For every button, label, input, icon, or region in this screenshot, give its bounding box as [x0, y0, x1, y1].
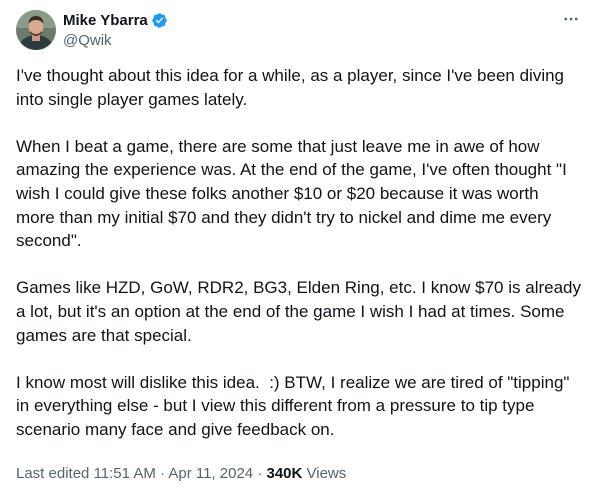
- more-options-button[interactable]: [560, 10, 582, 32]
- author-name[interactable]: Mike Ybarra: [63, 12, 148, 29]
- tweet-header: Mike Ybarra @Qwik: [16, 10, 582, 52]
- tweet-meta: Last edited 11:51 AM · Apr 11, 2024 · 34…: [16, 465, 346, 482]
- tweet-text: I've thought about this idea for a while…: [16, 64, 584, 442]
- name-row: Mike Ybarra: [63, 10, 168, 31]
- tweet-card: Mike Ybarra @Qwik I've thought about thi…: [0, 0, 596, 493]
- timestamp-date-link[interactable]: Apr 11, 2024: [168, 465, 253, 482]
- verified-badge-icon[interactable]: [151, 12, 168, 29]
- author-handle[interactable]: @Qwik: [63, 32, 168, 49]
- meta-separator: ·: [257, 465, 263, 482]
- avatar[interactable]: [16, 10, 56, 50]
- tweet-paragraph: When I beat a game, there are some that …: [16, 136, 567, 251]
- edited-label: Last edited: [16, 465, 90, 482]
- views-count: 340K: [266, 465, 303, 482]
- meta-separator: ·: [160, 465, 165, 482]
- tweet-paragraph: I know most will dislike this idea. :) B…: [16, 372, 570, 439]
- views-label: Views: [306, 465, 347, 482]
- tweet-paragraph: I've thought about this idea for a while…: [16, 66, 565, 109]
- tweet-paragraph: Games like HZD, GoW, RDR2, BG3, Elden Ri…: [16, 278, 581, 345]
- avatar-photo: [16, 10, 56, 50]
- author-block: Mike Ybarra @Qwik: [63, 10, 168, 49]
- timestamp-time: 11:51 AM: [93, 465, 156, 482]
- views-link[interactable]: 340K Views: [266, 465, 346, 482]
- edited-link[interactable]: Last edited 11:51 AM: [16, 465, 156, 482]
- more-options-icon: [562, 10, 580, 33]
